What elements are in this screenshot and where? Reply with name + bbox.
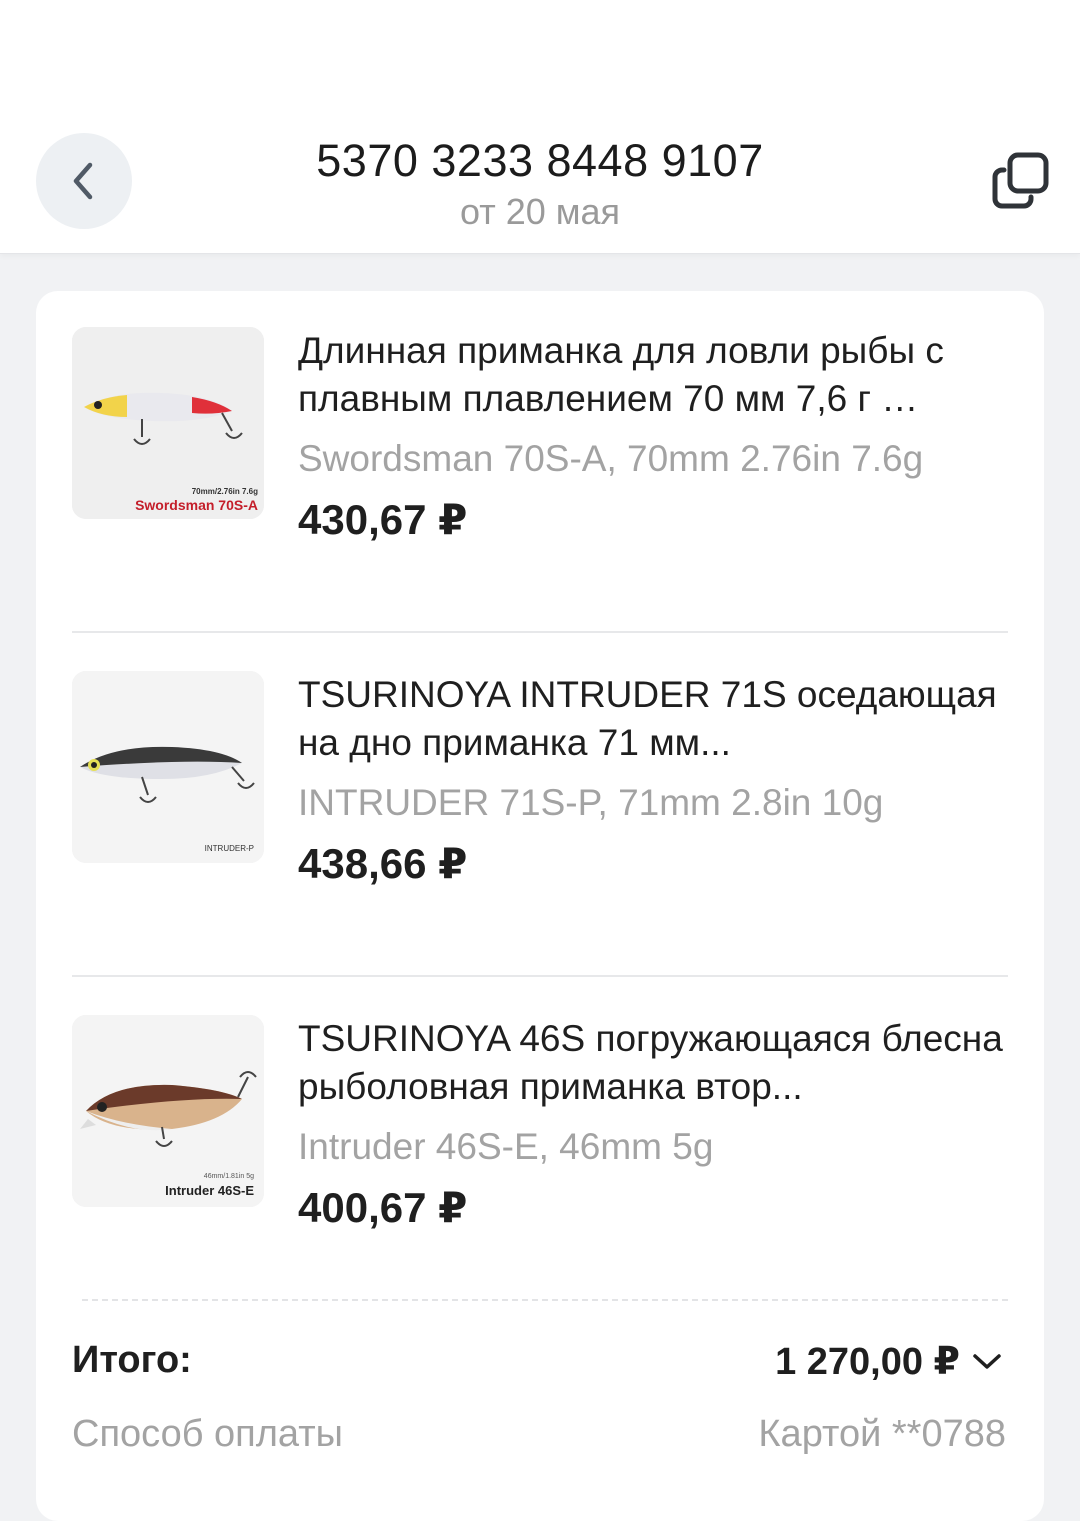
thumb-caption-small: 46mm/1.81in 5g: [204, 1173, 254, 1180]
product-thumbnail: INTRUDER-P: [72, 671, 264, 863]
top-bar: 5370 3233 8448 9107 от 20 мая: [0, 0, 1080, 254]
thumb-caption: Swordsman 70S-A: [135, 497, 258, 513]
item-price: 438,66 ₽: [298, 840, 468, 887]
order-item[interactable]: 70mm/2.76in 7.6g Swordsman 70S-A Длинная…: [72, 327, 1008, 627]
item-details: TSURINOYA 46S погружающаяся блесна рыбол…: [298, 1015, 1010, 1233]
order-card: 70mm/2.76in 7.6g Swordsman 70S-A Длинная…: [36, 291, 1044, 1521]
total-toggle[interactable]: 1 270,00 ₽: [775, 1339, 1002, 1384]
lure-image: INTRUDER-P: [72, 671, 264, 863]
item-variant: INTRUDER 71S-P, 71mm 2.8in 10g: [298, 782, 884, 823]
order-item[interactable]: 46mm/1.81in 5g Intruder 46S-E TSURINOYA …: [72, 1015, 1008, 1315]
chevron-left-icon: [73, 162, 93, 200]
item-price: 430,67 ₽: [298, 496, 468, 543]
item-variant: Swordsman 70S-A, 70mm 2.76in 7.6g: [298, 438, 924, 479]
lure-image: 46mm/1.81in 5g Intruder 46S-E: [72, 1015, 264, 1207]
product-thumbnail: 70mm/2.76in 7.6g Swordsman 70S-A: [72, 327, 264, 519]
order-item[interactable]: INTRUDER-P TSURINOYA INTRUDER 71S оседаю…: [72, 671, 1008, 971]
payment-method-label: Способ оплаты: [72, 1413, 343, 1455]
total-label: Итого:: [72, 1339, 192, 1381]
thumb-caption-small: 70mm/2.76in 7.6g: [192, 487, 258, 496]
copy-icon: [992, 152, 1049, 209]
item-title: TSURINOYA 46S погружающаяся блесна рыбол…: [298, 1018, 1003, 1107]
item-title: Длинная приманка для ловли рыбы с плавны…: [298, 330, 944, 419]
order-header: 5370 3233 8448 9107 от 20 мая: [150, 136, 930, 234]
back-button[interactable]: [36, 133, 132, 229]
payment-method-value: Картой **0788: [758, 1413, 1006, 1455]
product-thumbnail: 46mm/1.81in 5g Intruder 46S-E: [72, 1015, 264, 1207]
item-variant: Intruder 46S-E, 46mm 5g: [298, 1126, 714, 1167]
item-title: TSURINOYA INTRUDER 71S оседающая на дно …: [298, 674, 997, 763]
item-price: 400,67 ₽: [298, 1184, 468, 1231]
copy-button[interactable]: [990, 150, 1052, 212]
order-number: 5370 3233 8448 9107: [316, 135, 764, 186]
divider: [72, 975, 1008, 977]
total-value: 1 270,00 ₽: [775, 1341, 960, 1383]
chevron-down-icon: [973, 1353, 1001, 1369]
lure-image: 70mm/2.76in 7.6g Swordsman 70S-A: [72, 327, 264, 519]
divider: [72, 631, 1008, 633]
thumb-caption: INTRUDER-P: [205, 844, 254, 853]
thumb-caption: Intruder 46S-E: [165, 1183, 254, 1198]
order-date: от 20 мая: [459, 191, 621, 232]
dashed-divider: [82, 1299, 1008, 1301]
item-details: Длинная приманка для ловли рыбы с плавны…: [298, 327, 1010, 545]
item-details: TSURINOYA INTRUDER 71S оседающая на дно …: [298, 671, 1010, 889]
